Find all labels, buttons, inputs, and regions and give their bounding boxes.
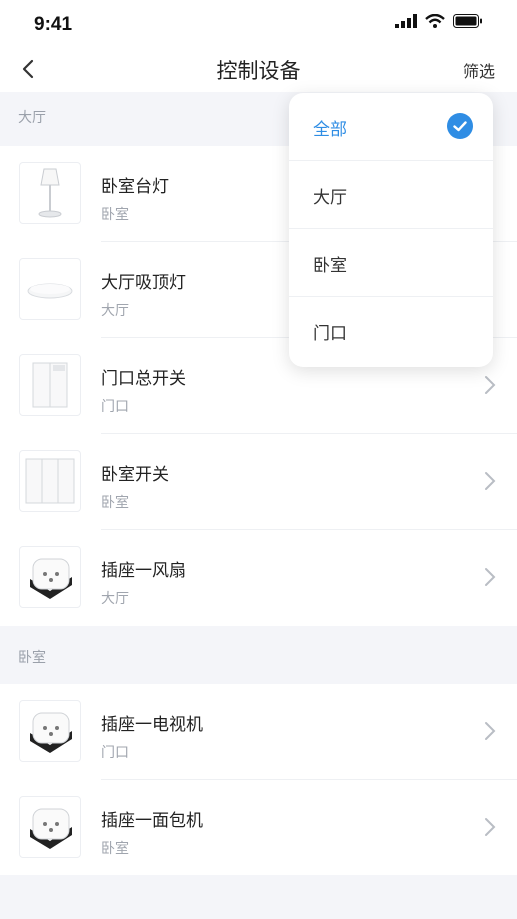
filter-option-entrance[interactable]: 门口 xyxy=(289,297,493,365)
chevron-right-icon xyxy=(485,376,496,394)
filter-button[interactable]: 筛选 xyxy=(463,58,495,82)
lamp-icon xyxy=(19,162,81,224)
device-room: 大厅 xyxy=(101,591,129,607)
chevron-right-icon xyxy=(485,568,496,586)
device-name: 门口总开关 xyxy=(101,369,186,389)
bottom-area xyxy=(0,875,517,919)
device-name: 插座一面包机 xyxy=(101,811,203,831)
device-name: 卧室开关 xyxy=(101,465,169,485)
smart-plug-icon xyxy=(19,546,81,608)
check-icon xyxy=(447,113,473,139)
filter-option-living-room[interactable]: 大厅 xyxy=(289,161,493,229)
device-room: 卧室 xyxy=(101,207,129,223)
ceiling-light-icon xyxy=(19,258,81,320)
chevron-right-icon xyxy=(485,722,496,740)
status-icons xyxy=(395,14,483,28)
wifi-icon xyxy=(425,14,445,28)
filter-option-label: 卧室 xyxy=(313,256,347,276)
signal-icon xyxy=(395,14,417,28)
smart-plug-icon xyxy=(19,700,81,762)
section-header: 卧室 xyxy=(0,628,517,684)
chevron-right-icon xyxy=(485,472,496,490)
nav-bar: 控制设备 筛选 xyxy=(0,48,517,92)
device-room: 门口 xyxy=(101,399,129,415)
device-row[interactable]: 插座一面包机 卧室 xyxy=(0,780,517,876)
battery-icon xyxy=(453,14,482,28)
device-list: 插座一电视机 门口 插座一面包机 卧室 xyxy=(0,684,517,876)
device-room: 卧室 xyxy=(101,841,129,857)
chevron-right-icon xyxy=(485,818,496,836)
device-row[interactable]: 插座一风扇 大厅 xyxy=(0,530,517,626)
triple-switch-icon xyxy=(19,450,81,512)
status-time: 9:41 xyxy=(34,14,73,35)
device-room: 卧室 xyxy=(101,495,129,511)
device-name: 卧室台灯 xyxy=(101,177,169,197)
filter-option-label: 大厅 xyxy=(313,188,347,208)
section-title: 大厅 xyxy=(18,110,46,126)
smart-plug-icon xyxy=(19,796,81,858)
device-row[interactable]: 卧室开关 卧室 xyxy=(0,434,517,530)
filter-option-label: 全部 xyxy=(313,120,347,140)
device-room: 门口 xyxy=(101,745,129,761)
device-name: 插座一电视机 xyxy=(101,715,203,735)
filter-option-bedroom[interactable]: 卧室 xyxy=(289,229,493,297)
filter-option-all[interactable]: 全部 xyxy=(289,93,493,161)
device-row[interactable]: 插座一电视机 门口 xyxy=(0,684,517,780)
switch-icon xyxy=(19,354,81,416)
device-name: 大厅吸顶灯 xyxy=(101,273,186,293)
section-title: 卧室 xyxy=(18,650,46,666)
device-room: 大厅 xyxy=(101,303,129,319)
filter-option-label: 门口 xyxy=(313,324,347,344)
status-bar: 9:41 xyxy=(0,0,517,48)
filter-dropdown: 全部 大厅 卧室 门口 xyxy=(289,93,493,367)
page-title: 控制设备 xyxy=(216,59,301,83)
device-name: 插座一风扇 xyxy=(101,561,186,581)
